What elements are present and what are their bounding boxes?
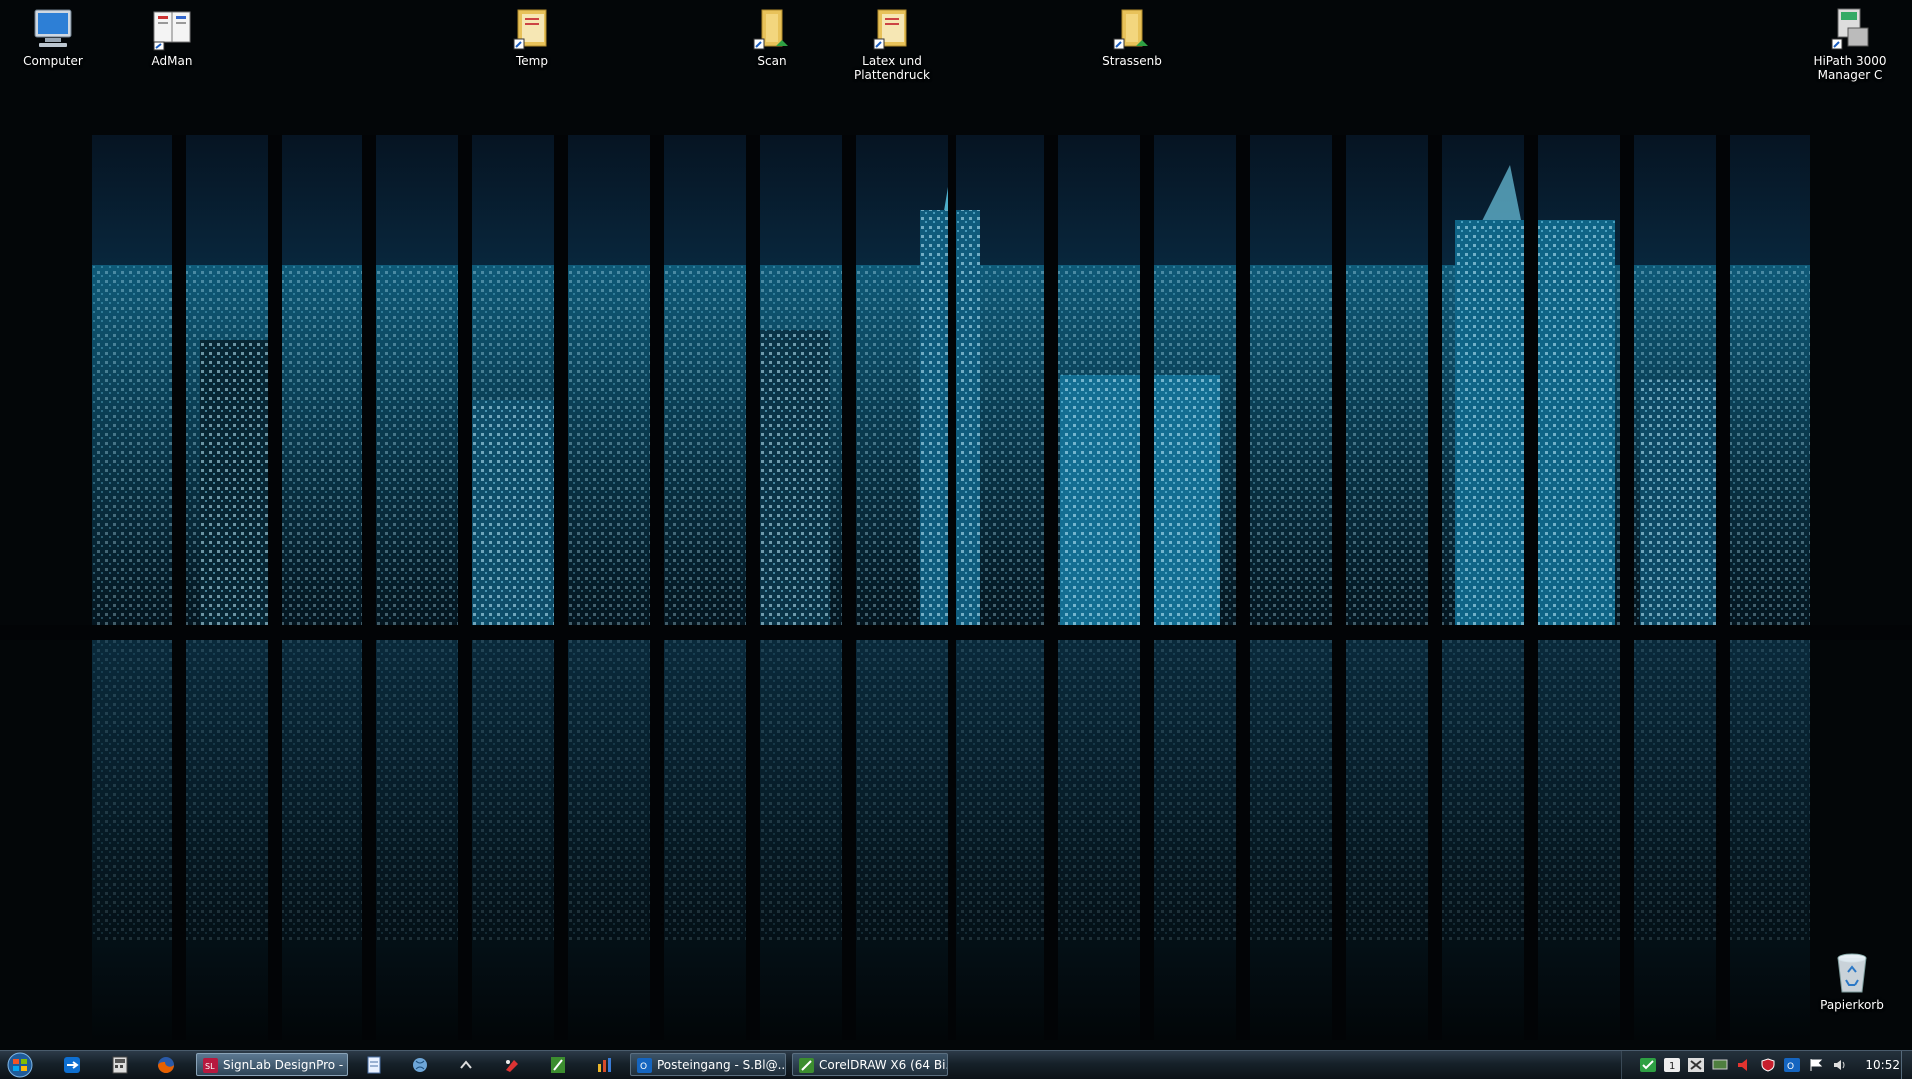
folder-shortcut-icon (753, 9, 788, 50)
firefox-icon[interactable] (154, 1054, 178, 1076)
show-desktop-button[interactable] (1901, 1051, 1912, 1079)
folder-shortcut-icon (513, 9, 547, 50)
monitor-icon[interactable] (1712, 1058, 1728, 1072)
desktop-icon-label: Scan (757, 54, 787, 68)
flag-icon[interactable] (1808, 1058, 1824, 1072)
teamviewer-icon[interactable] (60, 1054, 84, 1076)
svg-text:O: O (640, 1062, 647, 1072)
coreldraw-icon[interactable] (546, 1054, 570, 1076)
tool-icon[interactable] (500, 1054, 524, 1076)
desktop-icon-hipath[interactable]: HiPath 3000 Manager C (1790, 6, 1910, 82)
desktop[interactable]: Computer AdMan Temp Scan Latex und Platt… (0, 0, 1912, 1050)
book-icon (153, 11, 191, 51)
desktop-icon-label: Computer (23, 54, 83, 68)
notepad-icon[interactable] (362, 1054, 386, 1076)
check-icon[interactable] (1640, 1058, 1656, 1072)
desktop-icon-label: AdMan (151, 54, 193, 68)
network-icon[interactable] (1688, 1058, 1704, 1072)
svg-text:O: O (1787, 1062, 1794, 1072)
recycle-bin-icon (1837, 953, 1867, 993)
desktop-icon-label: Strassenb (1102, 54, 1162, 68)
taskbar-button-label: CorelDRAW X6 (64 Bi... (819, 1058, 948, 1072)
chevron-up-icon[interactable] (454, 1054, 478, 1076)
windows-start-icon[interactable] (2, 1052, 38, 1078)
volume-icon[interactable] (1832, 1058, 1848, 1072)
desktop-icon-label: Temp (516, 54, 548, 68)
calculator-icon[interactable] (108, 1054, 132, 1076)
info-icon[interactable]: 1 (1664, 1058, 1680, 1072)
desktop-icon-scan[interactable]: Scan (722, 6, 822, 68)
globe-icon[interactable] (408, 1054, 432, 1076)
signlab-icon: SL (203, 1058, 218, 1073)
shield-icon[interactable] (1760, 1058, 1776, 1072)
outlook-icon[interactable]: O (1784, 1058, 1800, 1072)
chart-icon[interactable] (592, 1054, 616, 1076)
folder-shortcut-icon (1113, 9, 1148, 50)
taskbar: SL SignLab DesignPro - ... O Posteingang… (0, 1050, 1912, 1079)
speaker-icon[interactable] (1736, 1058, 1752, 1072)
desktop-icon-temp[interactable]: Temp (482, 6, 582, 68)
desktop-icon-label: Latex und Plattendruck (853, 54, 931, 82)
taskbar-button-coreldraw[interactable]: CorelDRAW X6 (64 Bi... (792, 1053, 948, 1076)
desktop-icon-adman[interactable]: AdMan (122, 6, 222, 68)
desktop-icon-label: HiPath 3000 Manager C (1813, 54, 1887, 82)
desktop-icon-label: Papierkorb (1820, 998, 1884, 1012)
taskbar-button-label: Posteingang - S.Bl@... (657, 1058, 786, 1072)
clock[interactable]: 10:52 (1865, 1051, 1900, 1079)
svg-text:1: 1 (1669, 1061, 1675, 1072)
taskbar-button-outlook[interactable]: O Posteingang - S.Bl@... (630, 1053, 786, 1076)
system-tray: 1 O 10:52 (1621, 1051, 1912, 1079)
desktop-icon-papierkorb[interactable]: Papierkorb (1802, 950, 1902, 1012)
folder-shortcut-icon (873, 9, 907, 50)
desktop-icon-strassenb[interactable]: Strassenb (1082, 6, 1182, 68)
coreldraw-icon (799, 1058, 814, 1073)
network-icon (1831, 8, 1869, 50)
svg-text:SL: SL (205, 1062, 215, 1071)
computer-icon (34, 9, 72, 47)
taskbar-button-signlab[interactable]: SL SignLab DesignPro - ... (196, 1053, 348, 1076)
wallpaper-city-night (0, 135, 1912, 1040)
outlook-icon: O (637, 1058, 652, 1073)
desktop-icon-computer[interactable]: Computer (3, 6, 103, 68)
desktop-icon-latex[interactable]: Latex und Plattendruck (842, 6, 942, 82)
taskbar-button-label: SignLab DesignPro - ... (223, 1058, 348, 1072)
